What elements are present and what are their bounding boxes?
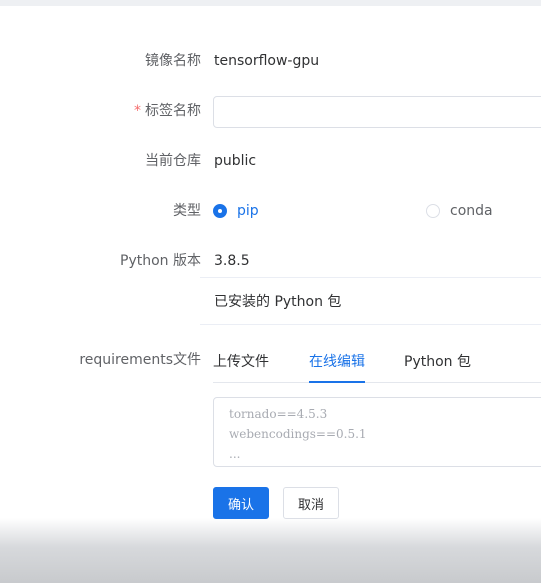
repository-value: public	[214, 153, 257, 169]
requirements-tabs: 上传文件 在线编辑 Python 包	[213, 340, 541, 383]
radio-pip-indicator[interactable]	[213, 204, 227, 218]
required-mark: *	[134, 103, 141, 119]
radio-conda[interactable]: conda	[426, 201, 493, 221]
installed-packages-title: 已安装的 Python 包	[214, 294, 342, 310]
image-name-value: tensorflow-gpu	[214, 53, 320, 69]
tab-online-edit[interactable]: 在线编辑	[309, 352, 365, 372]
python-version-value: 3.8.5	[214, 253, 250, 269]
tag-name-label: * 标签名称	[134, 101, 201, 121]
radio-conda-label: conda	[450, 203, 493, 219]
radio-pip[interactable]: pip	[213, 201, 259, 221]
tag-name-label-text: 标签名称	[145, 103, 201, 119]
tab-python-packages[interactable]: Python 包	[404, 352, 471, 372]
type-label: 类型	[173, 203, 201, 219]
image-name-label: 镜像名称	[145, 53, 201, 69]
bottom-overlay	[0, 518, 541, 583]
confirm-button[interactable]: 确认	[213, 487, 269, 519]
active-tab-indicator	[309, 381, 365, 383]
top-strip	[0, 0, 541, 6]
python-version-label: Python 版本	[120, 253, 201, 269]
installed-packages-panel: 已安装的 Python 包	[200, 277, 541, 325]
requirements-label: requirements文件	[79, 352, 201, 368]
tab-upload-file[interactable]: 上传文件	[213, 352, 269, 372]
repository-label: 当前仓库	[145, 153, 201, 169]
radio-pip-label: pip	[237, 203, 259, 219]
tag-name-input[interactable]	[213, 96, 541, 128]
requirements-editor[interactable]: tornado==4.5.3 webencodings==0.5.1 ...	[213, 397, 541, 467]
cancel-button[interactable]: 取消	[283, 487, 339, 519]
radio-conda-indicator[interactable]	[426, 204, 440, 218]
